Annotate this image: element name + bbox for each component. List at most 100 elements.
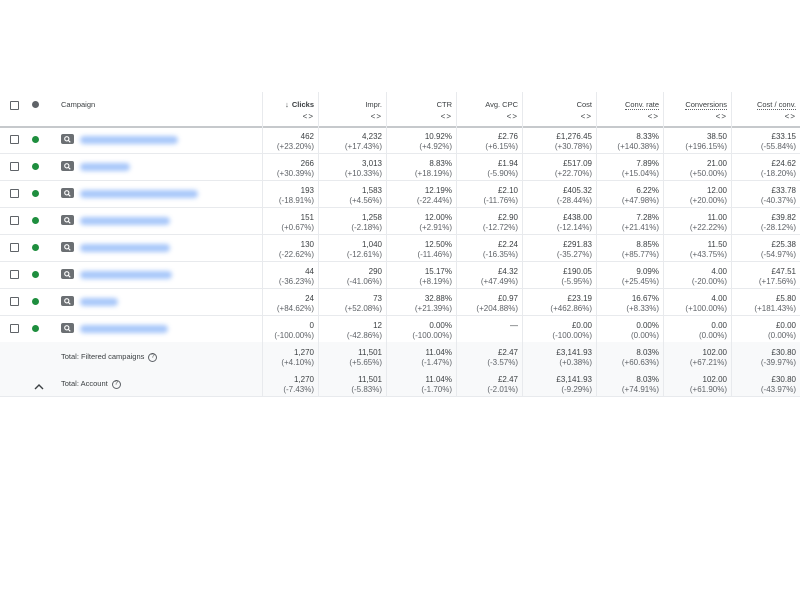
row-checkbox[interactable]: [10, 216, 19, 225]
cell-clicks: 151 (+0.67%): [262, 207, 318, 234]
status-enabled-dot-icon[interactable]: [32, 217, 39, 224]
campaign-column-header[interactable]: Campaign: [61, 100, 95, 109]
table-row[interactable]: 151 (+0.67%) 1,258 (-2.18%) 12.00% (+2.91%) £2…: [0, 207, 800, 235]
cell-cpc: £0.97 (+204.88%): [456, 288, 522, 315]
table-row[interactable]: 266 (+30.39%) 3,013 (+10.33%) 8.83% (+18.19%)…: [0, 153, 800, 181]
cell-value: £438.00: [563, 213, 592, 222]
cell-change: (-39.97%): [760, 358, 796, 367]
cell-value: 16.67%: [631, 294, 659, 303]
cell-change: (+60.63%): [621, 358, 659, 367]
cell-change: (+30.39%): [276, 169, 314, 178]
cell-change: (+21.39%): [414, 304, 452, 313]
cell-value: 12: [373, 321, 382, 330]
search-campaign-icon: [61, 134, 74, 144]
cell-ctr: 12.00% (+2.91%): [386, 207, 456, 234]
expand-column-icon[interactable]: <>: [596, 112, 659, 122]
campaign-name-link[interactable]: [80, 136, 178, 144]
expand-column-icon[interactable]: <>: [731, 112, 796, 122]
cell-change: (0.00%): [698, 331, 727, 340]
cell-value: 102.00: [702, 375, 727, 384]
row-checkbox[interactable]: [10, 270, 19, 279]
column-header-conv[interactable]: Conversions <>: [663, 92, 731, 126]
cell-value: £1,276.45: [556, 132, 592, 141]
cell-change: (-18.91%): [278, 196, 314, 205]
table-row[interactable]: 193 (-18.91%) 1,583 (+4.56%) 12.19% (-22.44%)…: [0, 180, 800, 208]
column-header-impr[interactable]: Impr. <>: [318, 92, 386, 126]
select-all-checkbox[interactable]: [10, 101, 19, 110]
cell-clicks: 130 (-22.62%): [262, 234, 318, 261]
cell-costconv: £30.80 (-39.97%): [731, 342, 800, 369]
cell-change: (-22.62%): [278, 250, 314, 259]
cell-change: (-54.97%): [760, 250, 796, 259]
table-header: Campaign ↓ Clicks <> Impr. <> CTR <> Avg. CPC <> C…: [0, 92, 800, 128]
column-header-convrate[interactable]: Conv. rate <>: [596, 92, 663, 126]
expand-column-icon[interactable]: <>: [663, 112, 727, 122]
campaign-name-link[interactable]: [80, 217, 170, 225]
collapse-chevron-up-icon[interactable]: [34, 377, 44, 395]
expand-column-icon[interactable]: <>: [386, 112, 452, 122]
status-enabled-dot-icon[interactable]: [32, 163, 39, 170]
status-enabled-dot-icon[interactable]: [32, 298, 39, 305]
help-icon[interactable]: ?: [111, 379, 121, 389]
cell-impr: 1,258 (-2.18%): [318, 207, 386, 234]
cell-change: (+2.91%): [419, 223, 452, 232]
row-checkbox[interactable]: [10, 243, 19, 252]
table-row[interactable]: 0 (-100.00%) 12 (-42.86%) 0.00% (-100.00%) — £0…: [0, 315, 800, 343]
status-enabled-dot-icon[interactable]: [32, 190, 39, 197]
campaign-name-link[interactable]: [80, 190, 198, 198]
status-enabled-dot-icon[interactable]: [32, 136, 39, 143]
cell-change: (+30.78%): [554, 142, 592, 151]
cell-change: (+21.41%): [621, 223, 659, 232]
cell-change: (-41.06%): [346, 277, 382, 286]
cell-change: (-1.47%): [421, 358, 452, 367]
table-row[interactable]: 130 (-22.62%) 1,040 (-12.61%) 12.50% (-11.46%…: [0, 234, 800, 262]
cell-value: £2.47: [497, 375, 518, 384]
cell-change: (-28.12%): [760, 223, 796, 232]
row-checkbox[interactable]: [10, 162, 19, 171]
status-header-dot-icon: [32, 101, 39, 108]
expand-column-icon[interactable]: <>: [262, 112, 314, 122]
sort-arrow-down-icon: ↓: [285, 100, 289, 109]
cell-change: (+47.49%): [480, 277, 518, 286]
cell-change: (+20.00%): [689, 196, 727, 205]
cell-convrate: 8.85% (+85.77%): [596, 234, 663, 261]
row-checkbox[interactable]: [10, 135, 19, 144]
column-header-clicks[interactable]: ↓ Clicks <>: [262, 92, 318, 126]
table-row[interactable]: 24 (+84.62%) 73 (+52.08%) 32.88% (+21.39%) £0.…: [0, 288, 800, 316]
row-checkbox[interactable]: [10, 297, 19, 306]
cell-change: (+6.15%): [485, 142, 518, 151]
campaign-name-link[interactable]: [80, 271, 172, 279]
row-checkbox[interactable]: [10, 324, 19, 333]
table-row[interactable]: 44 (-36.23%) 290 (-41.06%) 15.17% (+8.19%) £4.…: [0, 261, 800, 289]
cell-change: (+4.10%): [281, 358, 314, 367]
campaign-name-link[interactable]: [80, 298, 118, 306]
row-checkbox[interactable]: [10, 189, 19, 198]
table-row[interactable]: 462 (+23.20%) 4,232 (+17.43%) 10.92% (+4.92%)…: [0, 126, 800, 154]
column-header-cost[interactable]: Cost <>: [522, 92, 596, 126]
cell-change: (+23.20%): [276, 142, 314, 151]
cell-change: (+181.43%): [754, 304, 796, 313]
status-enabled-dot-icon[interactable]: [32, 271, 39, 278]
column-header-cpc[interactable]: Avg. CPC <>: [456, 92, 522, 126]
cell-change: (+100.00%): [685, 304, 727, 313]
cell-convrate: 8.03% (+74.91%): [596, 369, 663, 396]
campaign-name-link[interactable]: [80, 244, 170, 252]
expand-column-icon[interactable]: <>: [318, 112, 382, 122]
status-enabled-dot-icon[interactable]: [32, 244, 39, 251]
cell-change: (-12.61%): [346, 250, 382, 259]
cell-ctr: 8.83% (+18.19%): [386, 153, 456, 180]
help-icon[interactable]: ?: [148, 352, 158, 362]
cell-value: 11,501: [358, 348, 382, 357]
status-enabled-dot-icon[interactable]: [32, 325, 39, 332]
campaign-name-link[interactable]: [80, 325, 168, 333]
expand-column-icon[interactable]: <>: [456, 112, 518, 122]
column-header-ctr[interactable]: CTR <>: [386, 92, 456, 126]
campaign-name-link[interactable]: [80, 163, 130, 171]
column-header-costconv[interactable]: Cost / conv. <>: [731, 92, 800, 126]
cell-clicks: 0 (-100.00%): [262, 315, 318, 342]
cell-impr: 1,583 (+4.56%): [318, 180, 386, 207]
search-campaign-icon: [61, 215, 74, 225]
cell-costconv: £0.00 (0.00%): [731, 315, 800, 342]
expand-column-icon[interactable]: <>: [522, 112, 592, 122]
cell-value: 8.83%: [429, 159, 452, 168]
